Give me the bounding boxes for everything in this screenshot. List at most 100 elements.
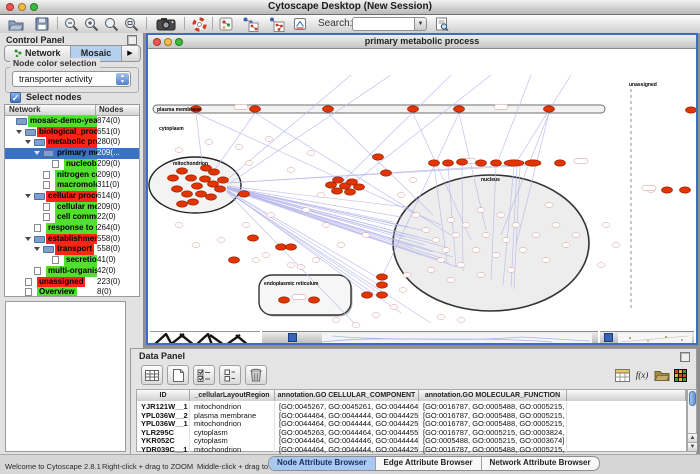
os-titlebar[interactable]: Cytoscape Desktop (New Session) [0, 0, 700, 15]
network-node-selected[interactable] [200, 176, 211, 182]
network-node-selected[interactable] [279, 297, 290, 303]
select-nodes-checkbox[interactable]: ✓ [10, 92, 21, 103]
view-minimize-icon[interactable] [164, 38, 172, 46]
network-node-unselected[interactable] [507, 268, 515, 273]
network-node-unselected[interactable] [297, 265, 305, 270]
tree-row[interactable]: unassigned223(0) [5, 277, 139, 288]
network-node-unselected[interactable] [542, 258, 550, 263]
network-node-unselected[interactable] [332, 318, 340, 323]
tree-row[interactable]: nucleobase-209(0) [5, 159, 139, 170]
unselect-attributes-button[interactable] [219, 365, 241, 385]
network-tree[interactable]: Network Nodes mosaic-demo-yeast874(0)bio… [4, 104, 140, 297]
network-node-pill[interactable] [494, 105, 508, 110]
network-node-selected[interactable] [177, 201, 188, 207]
network-edge[interactable] [341, 75, 451, 183]
snapshot-button[interactable] [152, 16, 180, 32]
network-node-selected[interactable] [206, 194, 217, 200]
tree-node-label[interactable]: macromolecule [55, 180, 97, 191]
network-node-unselected[interactable] [442, 248, 450, 253]
network-node-selected[interactable] [239, 191, 250, 197]
tree-node-label[interactable]: cellular metabo [55, 202, 97, 213]
network-node-unselected[interactable] [447, 278, 455, 283]
view-zoom-icon[interactable] [175, 38, 183, 46]
tree-expand-icon[interactable] [25, 194, 31, 198]
tree-node-label[interactable]: unassigned [37, 277, 85, 288]
tree-column-divider[interactable] [95, 105, 96, 116]
network-node-unselected[interactable] [472, 248, 480, 253]
zoom-out-button[interactable] [60, 16, 82, 32]
network-node-selected[interactable] [218, 177, 229, 183]
network-node-unselected[interactable] [545, 203, 553, 208]
network-node-unselected[interactable] [287, 263, 295, 268]
tree-row[interactable]: multi-organism pro42(0) [5, 266, 139, 277]
float-panel-icon[interactable] [127, 35, 137, 45]
network-node-unselected[interactable] [572, 233, 580, 238]
table-cell[interactable]: [GO:0044464, GO:0044444, GO:0044425, G..… [275, 445, 419, 454]
background-window-fragment[interactable] [600, 331, 694, 343]
network-node-selected[interactable] [345, 189, 356, 195]
network-node-selected[interactable] [362, 292, 373, 298]
network-node-selected[interactable] [408, 106, 419, 112]
network-node-unselected[interactable] [265, 137, 273, 142]
network-node-selected[interactable] [544, 106, 555, 112]
network-node-selected[interactable] [476, 160, 487, 166]
table-scrollbar[interactable]: ▲ ▼ [687, 389, 697, 452]
search-config-button[interactable] [432, 16, 452, 32]
network-node-unselected[interactable] [432, 238, 440, 243]
attribute-table[interactable]: ID_cellularLayoutRegionannotation.GO CEL… [136, 389, 687, 452]
network-node-selected[interactable] [215, 186, 226, 192]
tree-node-label[interactable]: secretion [64, 255, 97, 266]
save-button[interactable] [30, 16, 54, 32]
network-view-window[interactable]: primary metabolic process plasma membran… [146, 33, 698, 345]
network-canvas[interactable]: plasma membranecytoplasmmitochondrionnuc… [148, 49, 696, 343]
network-node-unselected[interactable] [390, 305, 398, 310]
network-node-pill[interactable] [292, 295, 306, 300]
network-node-unselected[interactable] [492, 253, 500, 258]
network-node-unselected[interactable] [403, 273, 411, 278]
tree-node-label[interactable]: metabolic process [46, 137, 97, 148]
tree-col-network[interactable]: Network [9, 105, 41, 115]
network-node-unselected[interactable] [312, 258, 320, 263]
network-node-pill[interactable] [642, 186, 656, 191]
network-node-unselected[interactable] [397, 193, 405, 198]
network-node-selected[interactable] [248, 235, 259, 241]
birdseye-view[interactable] [5, 301, 126, 452]
background-window-fragment[interactable] [262, 331, 598, 343]
network-node-unselected[interactable] [502, 238, 510, 243]
network-node-unselected[interactable] [532, 233, 540, 238]
network-node-selected[interactable] [323, 106, 334, 112]
tab-node-attribute-browser[interactable]: Node Attribute Browser [269, 457, 376, 470]
network-node-unselected[interactable] [422, 228, 430, 233]
network-node-unselected[interactable] [372, 313, 380, 318]
plasma-membrane-region[interactable] [153, 105, 605, 113]
annotations-button[interactable] [290, 16, 310, 32]
tree-expand-icon[interactable] [34, 247, 40, 251]
tree-expand-icon[interactable] [34, 151, 40, 155]
attribute-table-button[interactable] [613, 366, 631, 384]
network-node-selected[interactable] [491, 160, 502, 166]
network-node-unselected[interactable] [457, 263, 465, 268]
network-edge[interactable] [211, 113, 255, 175]
tree-row[interactable]: biological_process651(0) [5, 127, 139, 138]
first-neighbors-button[interactable] [264, 16, 288, 32]
table-column-header[interactable]: annotation.GO MOLECULAR_FUNCTION [419, 390, 567, 401]
network-node-selected[interactable] [504, 160, 524, 166]
network-node-unselected[interactable] [452, 233, 460, 238]
tree-node-label[interactable]: Overview [37, 287, 77, 297]
table-column-header[interactable]: _cellularLayoutRegion [190, 390, 275, 401]
network-node-selected[interactable] [354, 184, 365, 190]
network-node-selected[interactable] [196, 191, 207, 197]
network-node-unselected[interactable] [482, 233, 490, 238]
network-node-unselected[interactable] [562, 243, 570, 248]
tree-row[interactable]: secretion41(0) [5, 255, 139, 266]
network-node-selected[interactable] [377, 274, 388, 280]
network-node-unselected[interactable] [252, 258, 260, 263]
network-node-pill[interactable] [574, 159, 588, 164]
import-attributes-button[interactable] [653, 366, 671, 384]
graphics-details-button[interactable] [216, 16, 236, 32]
network-edge[interactable] [496, 75, 531, 166]
tree-row[interactable]: cellular process614(0) [5, 191, 139, 202]
tree-node-label[interactable]: primary metabol [55, 148, 97, 159]
network-node-unselected[interactable] [519, 248, 527, 253]
scroll-up-arrow[interactable]: ▲ [688, 433, 697, 442]
